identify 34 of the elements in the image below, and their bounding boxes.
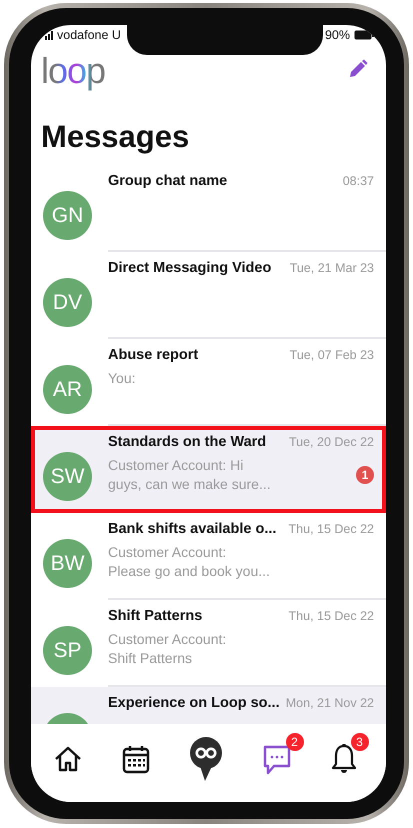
notifications-tab[interactable]: 3: [326, 733, 368, 779]
conversation-row[interactable]: Experience on Loop so... Mon, 21 Nov 22: [31, 687, 386, 724]
avatar-initials: BW: [50, 552, 84, 576]
conversation-name: Bank shifts available o...: [108, 521, 276, 537]
conversation-name: Abuse report: [108, 347, 198, 363]
messages-tab[interactable]: 2: [258, 733, 304, 779]
battery-percentage: 90%: [324, 28, 350, 42]
count-badge: 2: [286, 733, 304, 751]
message-preview: Customer Account: Hi guys, can we make sure...: [108, 456, 271, 494]
conversation-name: Direct Messaging Video: [108, 260, 272, 276]
message-preview: Customer Account: Shift Patterns: [108, 630, 226, 668]
conversation-name: Shift Patterns: [108, 608, 202, 624]
avatar-initials: SP: [53, 638, 82, 662]
message-time: Tue, 21 Mar 23: [290, 261, 374, 275]
message-time: Tue, 07 Feb 23: [290, 348, 374, 362]
carrier-name: vodafone U: [57, 28, 121, 42]
page-title: Messages: [41, 119, 190, 155]
unread-badge: 1: [356, 466, 374, 484]
message-preview: You:: [108, 369, 136, 388]
avatar-initials: AR: [52, 378, 82, 402]
message-preview: Customer Account: Please go and book you...: [108, 543, 270, 581]
conversation-name: Experience on Loop so...: [108, 695, 280, 711]
avatar-initials: DV: [52, 290, 82, 314]
avatar-initials: GN: [52, 204, 84, 228]
message-time: 08:37: [342, 174, 374, 188]
count-badge: 3: [350, 733, 368, 751]
conversation-row[interactable]: SW Standards on the Ward Tue, 20 Dec 22 Customer Account: Hi guys, can we make sure... 1: [31, 426, 386, 513]
conversation-name: Standards on the Ward: [108, 434, 266, 450]
avatar-initials: SW: [50, 464, 84, 488]
message-time: Thu, 15 Dec 22: [288, 522, 374, 536]
message-time: Mon, 21 Nov 22: [286, 696, 374, 710]
message-time: Tue, 20 Dec 22: [288, 435, 374, 449]
message-time: Thu, 15 Dec 22: [288, 609, 374, 623]
conversation-name: Group chat name: [108, 173, 228, 189]
